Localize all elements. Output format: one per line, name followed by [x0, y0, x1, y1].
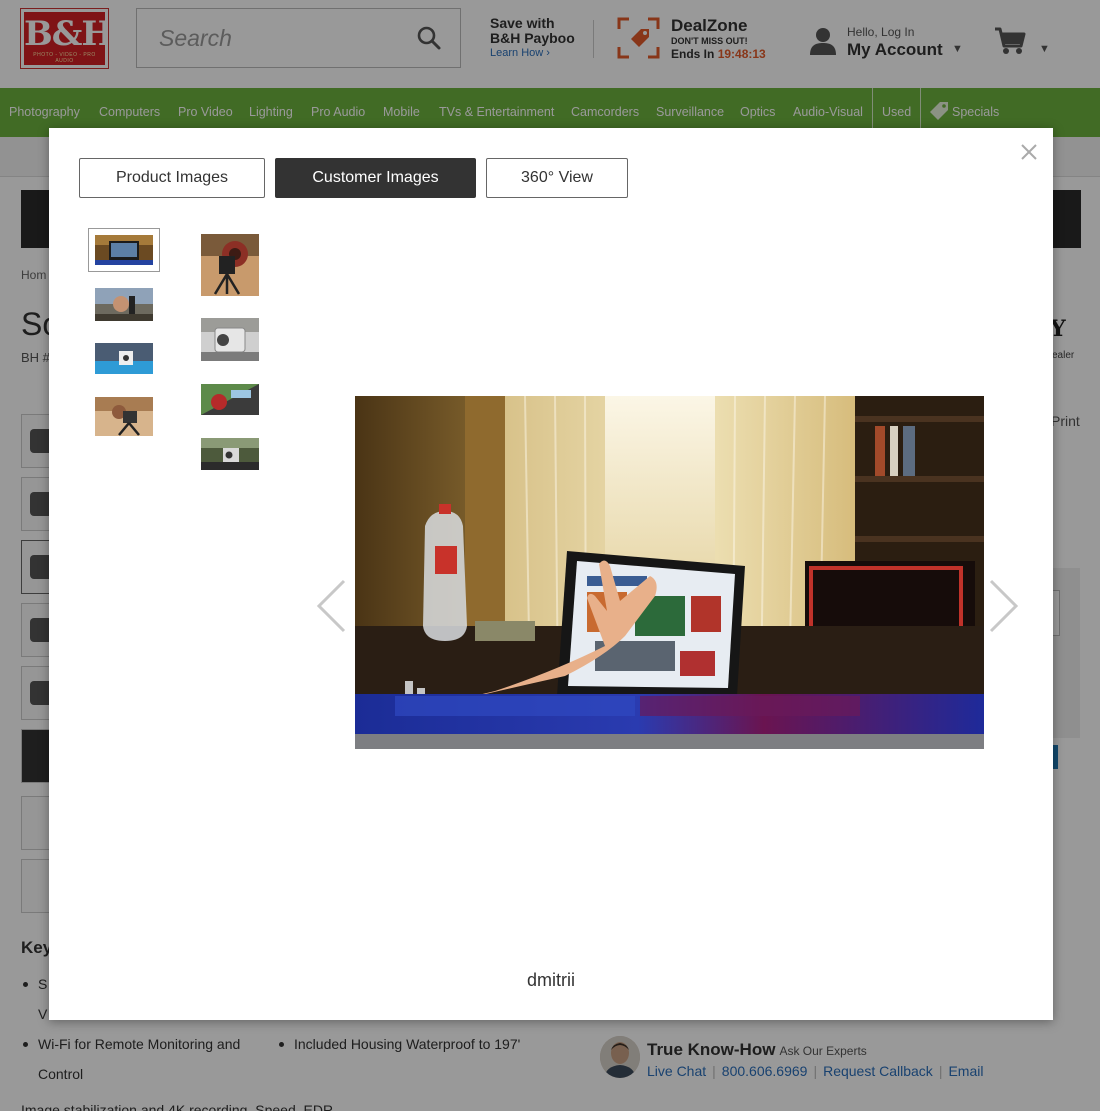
chevron-left-icon[interactable] — [315, 578, 349, 634]
close-icon[interactable] — [1019, 142, 1039, 162]
customer-image-thumbnail[interactable] — [201, 438, 259, 470]
image-gallery-modal: Product Images Customer Images 360° View — [49, 128, 1053, 1020]
tab-customer-images[interactable]: Customer Images — [275, 158, 476, 198]
customer-photo[interactable] — [355, 396, 984, 749]
image-author-caption: dmitrii — [527, 970, 575, 990]
tab-360-view[interactable]: 360° View — [486, 158, 628, 198]
customer-image-thumbnail[interactable] — [201, 318, 259, 361]
customer-image-thumbnail[interactable] — [95, 343, 153, 374]
customer-image-thumbnail[interactable] — [95, 288, 153, 321]
customer-image-thumbnail[interactable] — [95, 397, 153, 436]
customer-image-thumbnail[interactable] — [201, 234, 259, 296]
customer-photo-image — [355, 396, 984, 749]
tab-product-images[interactable]: Product Images — [79, 158, 265, 198]
customer-image-thumbnail[interactable] — [88, 228, 160, 272]
customer-image-thumbnail[interactable] — [201, 384, 259, 415]
chevron-right-icon[interactable] — [986, 578, 1020, 634]
